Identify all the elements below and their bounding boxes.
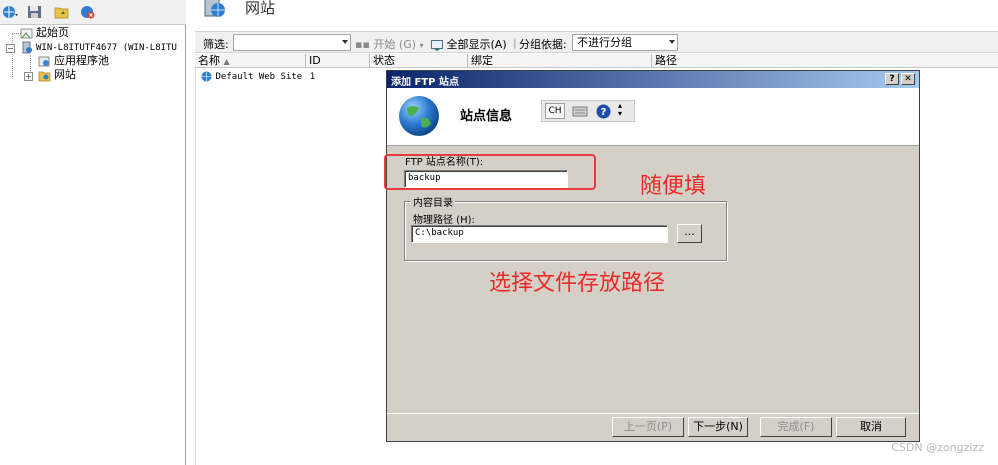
disconnect-icon[interactable] <box>80 5 96 19</box>
tree-item-sites[interactable]: 网站 <box>38 68 76 82</box>
close-button[interactable]: ✕ <box>901 73 915 85</box>
column-binding[interactable]: 绑定 <box>468 54 652 68</box>
toolbar-divider: | <box>513 36 517 49</box>
list-column-header: 名称 ▲ ID 状态 绑定 路径 <box>195 54 998 68</box>
collapse-toggle[interactable]: − <box>6 44 15 53</box>
connections-pane: 起始页 − WIN-L8ITUTF4677 (WIN-L8ITU 应用程序池 +… <box>0 0 186 465</box>
page-title: 网站 <box>245 0 276 17</box>
start-page-icon <box>20 28 33 38</box>
tree-label: WIN-L8ITUTF4677 (WIN-L8ITU <box>36 43 177 53</box>
tree-item-start-page[interactable]: 起始页 <box>20 26 69 40</box>
filter-label: 筛选: <box>203 38 229 51</box>
tree-item-server[interactable]: WIN-L8ITUTF4677 (WIN-L8ITU <box>20 40 177 54</box>
column-path[interactable]: 路径 <box>652 54 998 68</box>
annotation-choose-path: 选择文件存放路径 <box>489 271 666 296</box>
column-label: 状态 <box>373 54 395 67</box>
show-all-icon <box>431 39 443 51</box>
keyboard-icon[interactable] <box>572 104 588 118</box>
browse-button[interactable]: ... <box>677 224 702 243</box>
chevron-down-icon <box>669 40 675 44</box>
site-id-cell: 1 <box>309 72 316 82</box>
tree-item-app-pools[interactable]: 应用程序池 <box>38 54 109 68</box>
input-method-badge[interactable]: CH <box>545 103 565 119</box>
site-name-cell: Default Web Site <box>215 72 303 82</box>
column-label: 名称 <box>198 54 220 67</box>
tree-label: 应用程序池 <box>54 54 109 67</box>
cancel-button[interactable]: 取消 <box>836 417 906 437</box>
dialog-header-title: 站点信息 <box>460 109 513 124</box>
physical-path-label: 物理路径 (H): <box>413 215 475 226</box>
dialog-title: 添加 FTP 站点 <box>391 77 459 88</box>
watermark: CSDN @zongzizz <box>891 441 984 454</box>
start-filter-button[interactable]: ▪▪ 开始 (G) ▾ <box>355 36 424 52</box>
connections-toolbar <box>0 0 186 25</box>
dialog-header: 站点信息 CH ? ▴ ▾ <box>387 88 919 146</box>
chevron-down-icon <box>342 40 348 44</box>
start-filter-label: 开始 (G) <box>373 38 417 51</box>
group-by-select[interactable]: 不进行分组 <box>572 34 678 51</box>
globe-icon <box>201 71 212 81</box>
filter-input[interactable] <box>233 34 351 51</box>
column-label: ID <box>309 54 321 67</box>
dialog-footer: 上一页(P) 下一步(N) 完成(F) 取消 <box>387 413 919 441</box>
binoculars-icon: ▪▪ <box>355 38 370 51</box>
content-directory-label: 内容目录 <box>411 194 455 209</box>
filter-toolbar: 筛选: ▪▪ 开始 (G) ▾ 全部显示(A) | 分组依据: 不进行分组 <box>195 31 998 53</box>
column-name[interactable]: 名称 ▲ <box>195 54 306 68</box>
column-label: 路径 <box>655 54 677 67</box>
table-row[interactable]: Default Web Site 1 <box>201 69 315 83</box>
finish-button[interactable]: 完成(F) <box>760 417 832 437</box>
language-bar: CH ? ▴ ▾ <box>541 100 635 122</box>
tree-label: 网站 <box>54 68 76 81</box>
language-bar-options-icon[interactable]: ▴ ▾ <box>618 102 622 118</box>
previous-button[interactable]: 上一页(P) <box>612 417 684 437</box>
tree-label: 起始页 <box>36 26 69 39</box>
tree-connector <box>12 33 13 77</box>
svg-text:?: ? <box>601 107 607 118</box>
show-all-label: 全部显示(A) <box>446 38 507 51</box>
sort-ascending-icon: ▲ <box>223 57 230 66</box>
sites-folder-icon <box>38 71 51 81</box>
show-all-button[interactable]: 全部显示(A) <box>431 36 507 52</box>
next-button[interactable]: 下一步(N) <box>688 417 748 437</box>
chevron-down-icon: ▾ <box>419 41 424 50</box>
websites-icon <box>204 0 225 17</box>
annotation-fill-freely: 随便填 <box>640 174 707 199</box>
column-label: 绑定 <box>471 54 493 67</box>
column-status[interactable]: 状态 <box>370 54 468 68</box>
group-by-value: 不进行分组 <box>577 36 632 49</box>
connect-globe-icon[interactable] <box>2 5 18 19</box>
folder-up-icon[interactable] <box>54 5 70 19</box>
expand-toggle[interactable]: + <box>24 72 33 81</box>
app-pool-icon <box>38 56 50 66</box>
column-id[interactable]: ID <box>306 54 370 68</box>
dialog-titlebar[interactable]: 添加 FTP 站点 ? ✕ <box>387 71 919 88</box>
help-icon[interactable]: ? <box>596 104 611 119</box>
server-icon <box>22 41 32 53</box>
save-icon[interactable] <box>27 5 43 19</box>
group-by-label: 分组依据: <box>519 38 567 51</box>
annotation-highlight-box <box>384 154 596 190</box>
page-header: 网站 <box>187 0 998 30</box>
physical-path-input[interactable]: C:\backup <box>411 225 668 243</box>
globe-icon <box>399 96 439 136</box>
help-button[interactable]: ? <box>885 73 899 85</box>
add-ftp-site-dialog: 添加 FTP 站点 ? ✕ 站点信息 CH ? ▴ ▾ FTP 站点名称(T): … <box>386 70 920 442</box>
